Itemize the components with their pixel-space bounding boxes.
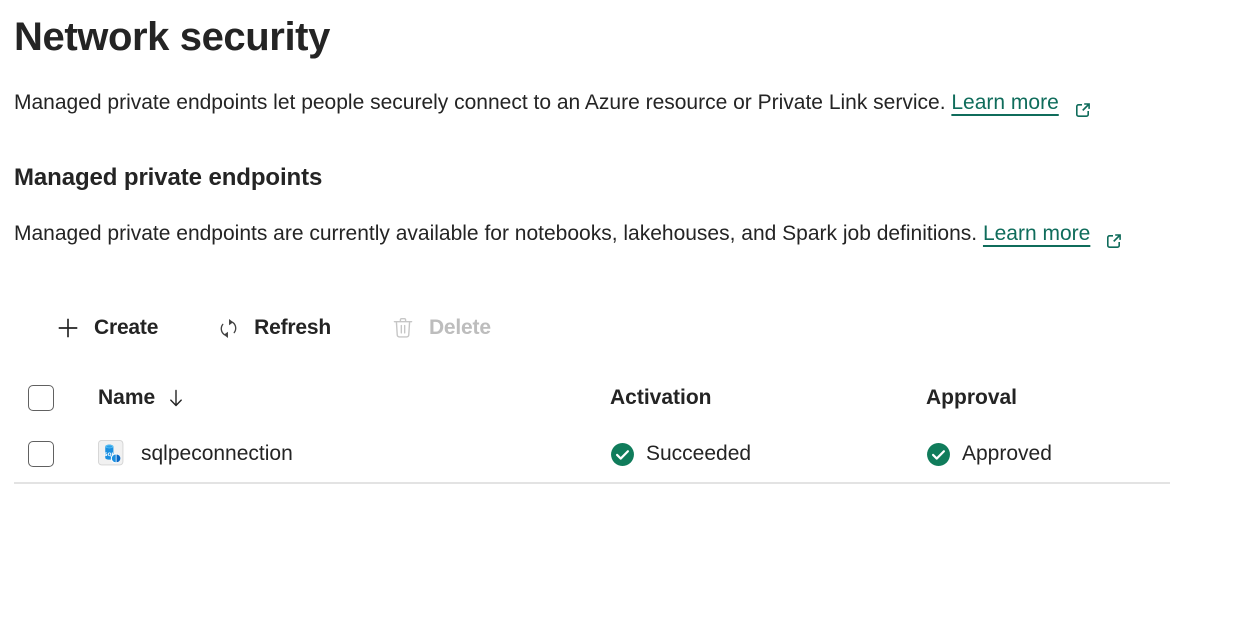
refresh-button[interactable]: Refresh	[200, 308, 345, 348]
intro-learn-more-group[interactable]: Learn more	[951, 82, 1093, 123]
create-button[interactable]: Create	[40, 308, 172, 348]
intro-description-text: Managed private endpoints let people sec…	[14, 91, 946, 114]
row-activation-cell: Succeeded	[610, 442, 926, 467]
intro-description: Managed private endpoints let people sec…	[14, 60, 1159, 123]
column-header-approval-label: Approval	[926, 386, 1017, 410]
section-description-text: Managed private endpoints are currently …	[14, 222, 977, 245]
external-link-icon[interactable]	[1103, 225, 1125, 247]
success-check-icon	[926, 442, 951, 467]
trash-icon	[389, 314, 417, 342]
row-activation-label: Succeeded	[646, 442, 751, 466]
table-toolbar: Create Refresh	[14, 254, 1258, 348]
refresh-icon	[214, 314, 242, 342]
create-button-label: Create	[94, 316, 158, 340]
refresh-button-label: Refresh	[254, 316, 331, 340]
table-row[interactable]: SQL sqlpeconnection Succeeded	[14, 426, 1170, 484]
row-checkbox[interactable]	[28, 441, 54, 467]
delete-button: Delete	[375, 308, 505, 348]
section-learn-more-group[interactable]: Learn more	[983, 213, 1125, 254]
column-header-approval[interactable]: Approval	[926, 386, 1170, 410]
select-all-checkbox[interactable]	[28, 385, 54, 411]
section-heading: Managed private endpoints	[14, 123, 1258, 192]
table-header-row: Name Activation Approval	[14, 370, 1170, 426]
intro-learn-more-link[interactable]: Learn more	[951, 82, 1062, 123]
page-title: Network security	[14, 0, 1258, 60]
delete-button-label: Delete	[429, 316, 491, 340]
row-name-label[interactable]: sqlpeconnection	[141, 442, 293, 466]
network-security-page: Network security Managed private endpoin…	[0, 0, 1258, 625]
row-name-cell: SQL sqlpeconnection	[98, 440, 610, 469]
plus-icon	[54, 314, 82, 342]
external-link-icon[interactable]	[1072, 94, 1094, 116]
row-select-cell	[14, 441, 98, 467]
arrow-down-icon	[165, 387, 187, 409]
column-header-activation-label: Activation	[610, 386, 712, 410]
managed-private-endpoints-table: Name Activation Approval	[14, 370, 1170, 484]
row-approval-label: Approved	[962, 442, 1052, 466]
column-header-name-label: Name	[98, 386, 155, 410]
column-header-name[interactable]: Name	[98, 386, 610, 410]
column-header-activation[interactable]: Activation	[610, 386, 926, 410]
azure-sql-private-endpoint-icon: SQL	[98, 440, 127, 469]
select-all-cell	[14, 385, 98, 411]
success-check-icon	[610, 442, 635, 467]
section-learn-more-link[interactable]: Learn more	[983, 213, 1094, 254]
row-approval-cell: Approved	[926, 442, 1170, 467]
column-header-name-group[interactable]: Name	[98, 386, 187, 410]
section-description: Managed private endpoints are currently …	[14, 192, 1159, 254]
